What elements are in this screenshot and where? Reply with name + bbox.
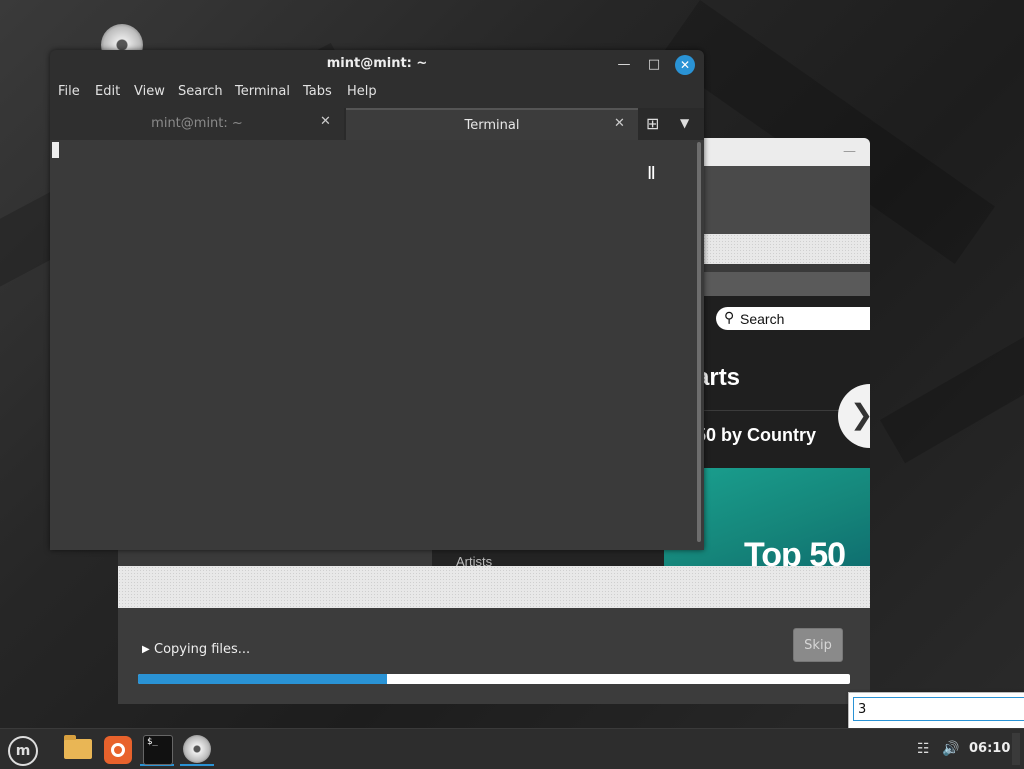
search-input[interactable]: ⚲ Search xyxy=(716,307,870,330)
status-text: Copying files... xyxy=(154,642,251,657)
minimize-icon[interactable]: — xyxy=(843,144,856,159)
taskbar: m $_ ☷ 🔊 06:10 xyxy=(0,728,1024,769)
installer-dotted-band xyxy=(118,566,870,608)
tab-terminal[interactable]: Terminal ✕ xyxy=(346,108,638,140)
tab-label: mint@mint: ~ xyxy=(151,116,243,131)
menu-terminal[interactable]: Terminal xyxy=(235,84,290,99)
slideshow-subheading: 50 by Country xyxy=(696,425,817,445)
chevron-down-icon[interactable]: ▼ xyxy=(680,116,689,130)
popup-text-field[interactable] xyxy=(853,697,1024,721)
firefox-icon xyxy=(104,736,132,764)
menu-view[interactable]: View xyxy=(134,84,165,99)
search-icon: ⚲ xyxy=(724,310,735,326)
menu-file[interactable]: File xyxy=(58,84,80,99)
skip-button[interactable]: Skip xyxy=(793,628,843,662)
minimize-icon[interactable]: — xyxy=(614,55,634,75)
files-icon xyxy=(64,735,92,759)
volume-icon[interactable]: 🔊 xyxy=(942,741,959,757)
search-placeholder: Search xyxy=(740,311,785,327)
tab-label: Terminal xyxy=(464,118,520,133)
terminal-body[interactable]: Ⅱ xyxy=(50,140,694,550)
menu-search[interactable]: Search xyxy=(178,84,223,99)
text-cursor xyxy=(52,142,59,158)
input-popup xyxy=(848,692,1024,730)
tab-bar: mint@mint: ~ ✕ Terminal ✕ xyxy=(50,108,704,140)
menu-edit[interactable]: Edit xyxy=(95,84,120,99)
menu-help[interactable]: Help xyxy=(347,84,377,99)
terminal-launcher[interactable]: $_ xyxy=(140,732,174,766)
disc-launcher[interactable] xyxy=(180,732,214,766)
mint-menu-icon: m xyxy=(8,736,38,766)
progress-fill xyxy=(138,674,388,684)
close-icon[interactable]: ✕ xyxy=(614,116,625,131)
tab-mint-home[interactable]: mint@mint: ~ ✕ xyxy=(50,108,344,140)
disc-icon xyxy=(183,735,211,763)
show-desktop-button[interactable] xyxy=(1012,733,1020,765)
clock[interactable]: 06:10 xyxy=(969,741,1010,756)
scrollbar[interactable] xyxy=(694,140,704,550)
network-icon[interactable]: ☷ xyxy=(917,741,930,757)
terminal-window: mint@mint: ~ — □ ✕ File Edit View Search… xyxy=(50,50,704,550)
maximize-icon[interactable]: □ xyxy=(644,55,664,75)
menu-tabs[interactable]: Tabs xyxy=(303,84,332,99)
progress-bar xyxy=(138,674,850,684)
expand-arrow-icon[interactable]: ▶ xyxy=(142,644,150,655)
files-launcher[interactable] xyxy=(60,732,94,766)
firefox-launcher[interactable] xyxy=(100,732,134,766)
mint-menu-button[interactable]: m xyxy=(2,732,38,766)
desktop-stripe xyxy=(880,290,1024,464)
scrollbar-thumb[interactable] xyxy=(697,142,701,542)
close-icon[interactable]: ✕ xyxy=(320,114,331,129)
close-icon[interactable]: ✕ xyxy=(675,55,695,75)
menubar: File Edit View Search Terminal Tabs Help xyxy=(50,78,704,106)
window-title: mint@mint: ~ xyxy=(326,56,428,71)
ibeam-cursor-icon: Ⅱ xyxy=(647,163,656,184)
terminal-icon: $_ xyxy=(143,735,173,765)
new-tab-icon[interactable]: ⊞ xyxy=(646,114,659,133)
chevron-right-icon: ❯ xyxy=(850,398,870,431)
